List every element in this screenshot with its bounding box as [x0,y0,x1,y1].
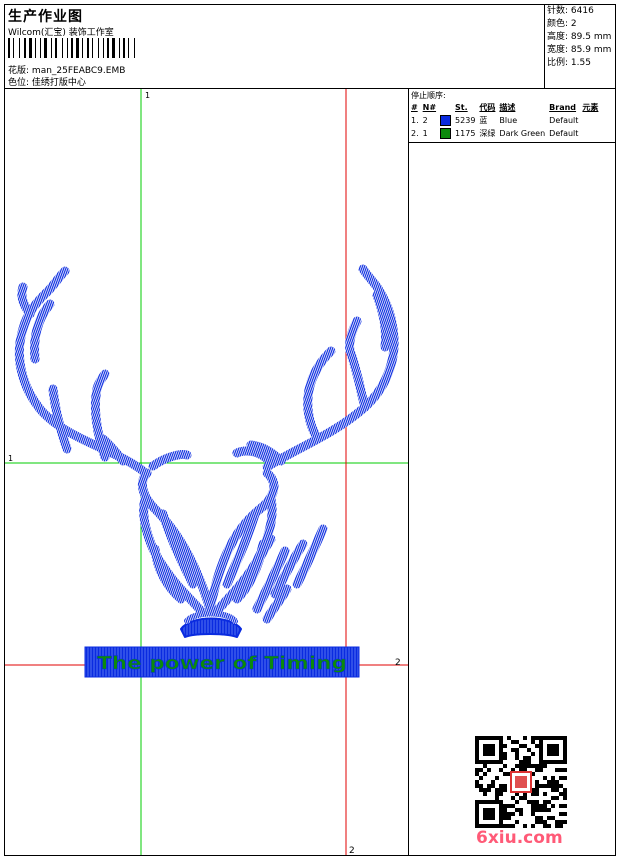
embroidery-slogan: The power of Timing [97,653,347,674]
stop-sequence-panel: 停止顺序: # N# St. 代码 描述 Brand 元素 1. 2 5239 … [409,89,615,143]
guide-label-top: 1 [145,91,150,100]
qr-code [475,736,567,828]
color-position-value: 佳绣打版中心 [31,78,86,88]
table-row: 1. 2 5239 蓝 Blue Default [411,115,579,126]
spec-panel: 针数: 6416 颜色: 2 高度: 89.5 mm 宽度: 85.9 mm 比… [545,5,615,89]
spec-width: 宽度: 85.9 mm [547,45,612,55]
embroidery-text-banner: The power of Timing [84,646,360,678]
spec-scale: 比例: 1.55 [547,58,591,68]
page-title: 生产作业图 [8,9,83,25]
guide-label-bottom: 2 [349,846,355,855]
spec-height: 高度: 89.5 mm [547,32,612,42]
color-swatch [440,115,452,126]
embroidery-preview: 1 1 2 2 The power of Timing [5,89,408,855]
deer-skull-embroidery [14,264,399,638]
guide-label-left: 1 [8,454,13,463]
color-swatch [440,128,452,139]
design-canvas: 1 1 2 2 The power of Timing [5,89,409,855]
color-position-label: 色位: [8,78,30,88]
spec-colors: 颜色: 2 [547,19,577,29]
watermark-logo: 6xiu.com [476,828,563,848]
stop-sequence-table: # N# St. 代码 描述 Brand 元素 1. 2 5239 蓝 Blue… [410,101,601,140]
company-name: Wilcom(汇宝) 装饰工作室 [8,28,114,38]
color-position-line: 色位: 佳绣打版中心 [8,75,86,88]
header-info: 生产作业图 Wilcom(汇宝) 装饰工作室 花版: man_25FEABC9.… [5,5,545,89]
barcode [8,38,158,58]
production-sheet: 生产作业图 Wilcom(汇宝) 装饰工作室 花版: man_25FEABC9.… [4,4,616,856]
stop-sequence-caption: 停止顺序: [411,91,446,100]
stop-sequence-header: # N# St. 代码 描述 Brand 元素 [411,103,599,112]
guide-label-right: 2 [395,658,401,668]
spec-stitches: 针数: 6416 [547,6,594,16]
table-row: 2. 1 1175 深绿 Dark Green Default [411,128,579,139]
